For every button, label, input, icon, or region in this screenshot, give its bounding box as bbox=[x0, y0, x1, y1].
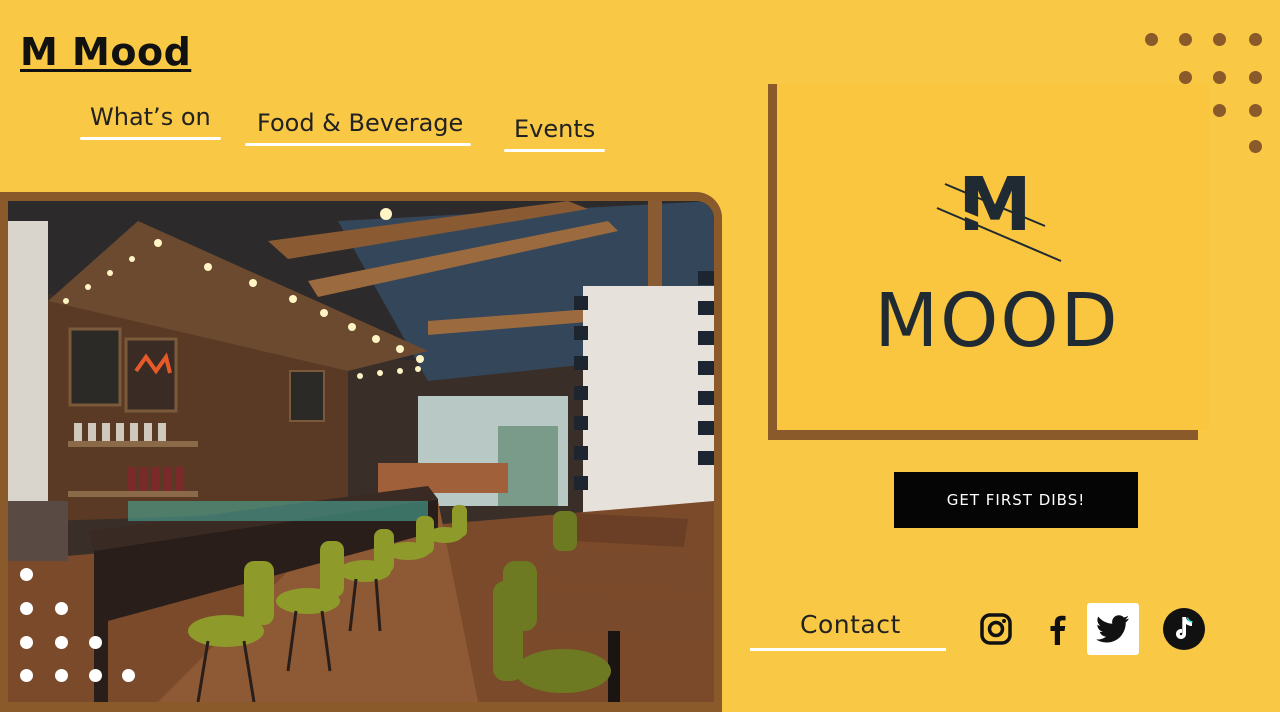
get-first-dibs-button[interactable]: GET FIRST DIBS! bbox=[894, 472, 1138, 528]
nav-food-beverage-label: Food & Beverage bbox=[257, 109, 464, 137]
nav-events-label: Events bbox=[514, 115, 596, 143]
nav-underline bbox=[80, 137, 221, 140]
nav-underline bbox=[245, 143, 472, 146]
nav-whats-on-label: What’s on bbox=[90, 103, 211, 131]
nav-underline bbox=[504, 149, 606, 152]
nav-food-beverage[interactable]: Food & Beverage bbox=[245, 109, 472, 146]
facebook-icon[interactable] bbox=[1034, 606, 1080, 652]
restaurant-interior-photo bbox=[8, 201, 714, 702]
nav-events[interactable]: Events bbox=[504, 115, 606, 152]
contact-underline bbox=[750, 648, 946, 651]
contact-link[interactable]: Contact bbox=[800, 610, 901, 639]
logo-word: MOOD bbox=[874, 278, 1119, 364]
instagram-icon[interactable] bbox=[973, 606, 1019, 652]
brand-title[interactable]: M Mood bbox=[20, 30, 191, 74]
mood-logo: M MOOD bbox=[874, 162, 1119, 364]
tiktok-icon[interactable] bbox=[1161, 606, 1207, 652]
nav-whats-on[interactable]: What’s on bbox=[80, 103, 221, 140]
twitter-icon[interactable] bbox=[1087, 603, 1139, 655]
logo-card: M MOOD bbox=[777, 84, 1209, 430]
